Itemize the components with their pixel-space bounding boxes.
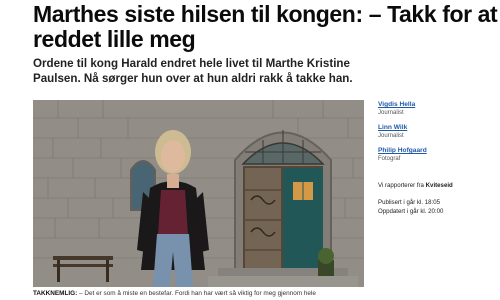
article-photo[interactable] [33, 100, 364, 287]
caption-label: TAKKNEMLIG: [33, 290, 78, 297]
author-role: Journalist [378, 110, 404, 116]
author-1: Vigdis Hella Journalist [378, 100, 488, 117]
reported-from-place: Kviteseid [425, 182, 453, 189]
author-role: Fotograf [378, 156, 401, 162]
photo-illustration [33, 100, 364, 287]
article-headline: Marthes siste hilsen til kongen: – Takk … [33, 2, 500, 52]
author-3: Philip Hofgaard Fotograf [378, 146, 488, 163]
author-role: Journalist [378, 133, 404, 139]
author-2: Linn Wilk Journalist [378, 123, 488, 140]
published-time: Publisert i går kl. 18:05 [378, 199, 440, 206]
author-name-link[interactable]: Linn Wilk [378, 123, 488, 132]
reported-from-prefix: Vi rapporterer fra [378, 182, 426, 189]
timestamps: Publisert i går kl. 18:05 Oppdatert i gå… [378, 199, 493, 216]
reported-from: Vi rapporterer fra Kviteseid [378, 182, 493, 191]
photo-caption: TAKKNEMLIG: – Det er som å miste en best… [33, 290, 364, 298]
article-lead: Ordene til kong Harald endret hele livet… [33, 56, 363, 86]
headline-line-2: reddet lille meg [33, 26, 196, 52]
author-name-link[interactable]: Philip Hofgaard [378, 146, 488, 155]
lead-line-1: Ordene til kong Harald endret hele livet… [33, 57, 350, 70]
headline-line-1: Marthes siste hilsen til kongen: – Takk … [33, 2, 500, 27]
author-name-link[interactable]: Vigdis Hella [378, 100, 488, 109]
lead-line-2: Paulsen. Nå sørger hun over at hun aldri… [33, 72, 353, 85]
caption-text: – Det er som å miste en bestefar. Fordi … [77, 290, 316, 297]
updated-time: Oppdatert i går kl. 20:00 [378, 207, 444, 215]
